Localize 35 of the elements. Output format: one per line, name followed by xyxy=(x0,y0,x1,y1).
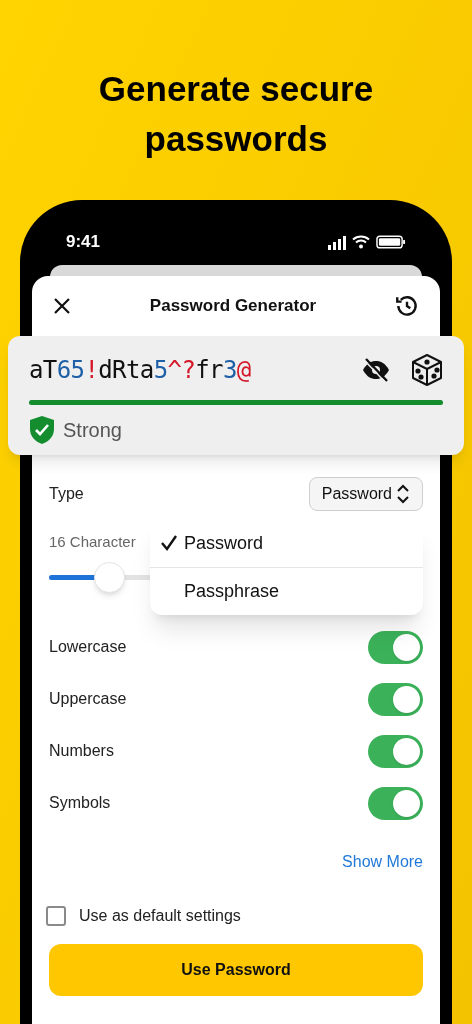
battery-icon xyxy=(376,235,406,249)
length-label: 16 Character xyxy=(49,532,136,552)
use-password-button[interactable]: Use Password xyxy=(49,943,423,996)
strength-label: Strong xyxy=(63,418,122,443)
option-label: Passphrase xyxy=(184,580,280,603)
type-select[interactable]: Password xyxy=(308,477,423,511)
eye-slash-icon[interactable] xyxy=(361,357,391,383)
dice-icon[interactable] xyxy=(411,353,443,387)
shield-check-icon xyxy=(29,415,55,445)
toggle-switch[interactable] xyxy=(368,786,423,820)
screen-title: Password Generator xyxy=(149,295,317,318)
password-text: aT65!dRta5^?fr3@ xyxy=(29,355,251,386)
headline: Generate secure passwords xyxy=(97,68,375,160)
check-icon xyxy=(160,534,178,552)
default-settings-checkbox[interactable] xyxy=(46,905,66,926)
toggle-switch[interactable] xyxy=(368,734,423,768)
wifi-icon xyxy=(352,234,370,250)
status-time: 9:41 xyxy=(66,231,101,254)
option-label: Symbols xyxy=(49,793,111,813)
default-settings-label: Use as default settings xyxy=(79,905,241,926)
option-label: Numbers xyxy=(49,741,114,761)
dropdown-option[interactable]: Passphrase xyxy=(150,567,423,615)
show-more-link[interactable]: Show More xyxy=(342,849,423,874)
chevron-updown-icon xyxy=(396,484,410,504)
type-label: Type xyxy=(49,484,84,504)
toggle-switch[interactable] xyxy=(368,682,423,716)
option-label: Lowercase xyxy=(49,637,127,657)
slider-thumb[interactable] xyxy=(93,561,125,593)
history-icon[interactable] xyxy=(394,293,420,319)
signal-icon xyxy=(328,234,346,250)
option-label: Uppercase xyxy=(49,689,127,709)
option-label: Password xyxy=(184,531,264,555)
close-icon[interactable] xyxy=(52,296,72,316)
toggle-switch[interactable] xyxy=(368,630,423,664)
dropdown-option[interactable]: Password xyxy=(150,519,423,567)
